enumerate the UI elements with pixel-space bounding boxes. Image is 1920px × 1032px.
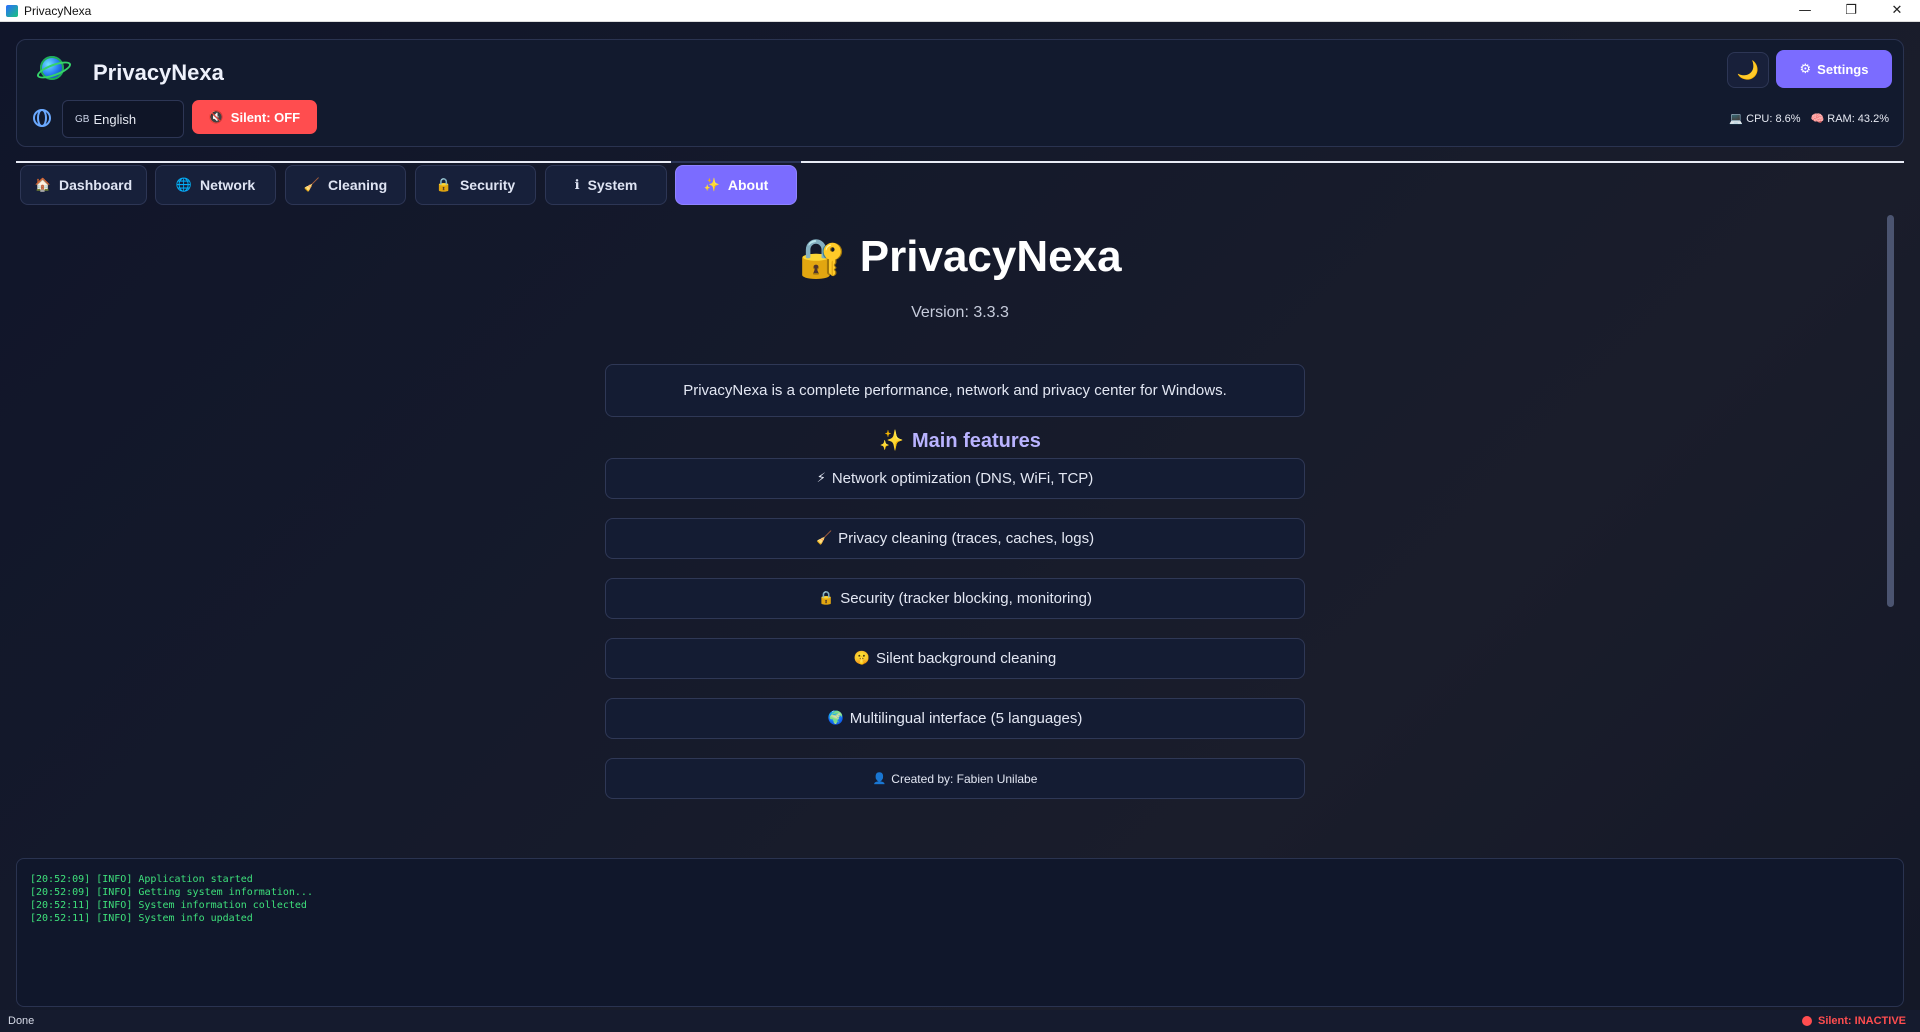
- feature-label: Network optimization (DNS, WiFi, TCP): [831, 470, 1094, 487]
- status-dot-icon: [1801, 1016, 1812, 1026]
- broom-icon: 🧹: [815, 531, 833, 546]
- silent-button-label: Silent: OFF: [230, 109, 301, 125]
- credit-label: Created by: Fabien Unilabe: [891, 771, 1038, 786]
- lightning-icon: ⚡: [816, 471, 826, 486]
- tab-security[interactable]: 🔒 Security: [415, 165, 536, 205]
- app-title: PrivacyNexa: [93, 60, 224, 85]
- tab-label: Cleaning: [328, 177, 388, 193]
- maximize-button[interactable]: ❐: [1828, 0, 1874, 22]
- tab-cleaning[interactable]: 🧹 Cleaning: [285, 165, 406, 205]
- window-titlebar: PrivacyNexa — ❐ ✕: [0, 0, 1920, 22]
- log-line: [20:52:09] [INFO] Application started: [30, 874, 253, 885]
- lock-icon: 🔒: [818, 591, 835, 606]
- log-line: [20:52:11] [INFO] System info updated: [30, 913, 253, 924]
- about-title: 🔐 PrivacyNexa: [0, 232, 1920, 282]
- house-icon: 🏠: [34, 177, 52, 192]
- tab-label: Dashboard: [59, 177, 133, 193]
- language-value: English: [93, 111, 137, 127]
- silent-toggle-button[interactable]: 🔇 Silent: OFF: [192, 100, 317, 134]
- cpu-stat: 💻 CPU: 8.6%: [1729, 113, 1801, 125]
- description-card: PrivacyNexa is a complete performance, n…: [605, 364, 1305, 417]
- tab-label: Network: [199, 177, 256, 193]
- globe-icon: 🌐: [175, 177, 192, 192]
- app-icon: [6, 4, 18, 17]
- tabs-divider: [16, 161, 1904, 163]
- tab-dashboard[interactable]: 🏠 Dashboard: [20, 165, 147, 205]
- info-icon: ℹ: [574, 177, 580, 192]
- feature-item: 🤫 Silent background cleaning: [605, 638, 1305, 679]
- tab-label: System: [587, 177, 638, 193]
- lock-icon: 🔒: [435, 177, 452, 192]
- tab-label: About: [727, 177, 769, 193]
- language-select[interactable]: GB English: [62, 100, 184, 138]
- moon-icon: 🌙: [1736, 59, 1760, 80]
- version-text: Version: 3.3.3: [911, 304, 1009, 321]
- brain-icon: 🧠: [1810, 113, 1825, 125]
- tab-about[interactable]: ✨ About: [675, 165, 797, 205]
- mute-icon: 🔇: [208, 110, 224, 124]
- app-window: PrivacyNexa GB English 🔇 Silent: OFF 🌙 ⚙…: [0, 22, 1920, 1010]
- header-panel: PrivacyNexa GB English 🔇 Silent: OFF 🌙 ⚙…: [16, 39, 1904, 147]
- window-title: PrivacyNexa: [24, 3, 92, 18]
- feature-item: ⚡ Network optimization (DNS, WiFi, TCP): [605, 458, 1305, 499]
- log-panel[interactable]: [20:52:09] [INFO] Application started [2…: [16, 858, 1904, 1007]
- features-heading: ✨ Main features: [0, 428, 1920, 453]
- tab-network[interactable]: 🌐 Network: [155, 165, 276, 205]
- settings-button[interactable]: ⚙ Settings: [1776, 50, 1892, 88]
- sparkles-icon: ✨: [879, 428, 904, 452]
- gear-icon: ⚙: [1799, 61, 1812, 76]
- earth-icon: 🌍: [827, 711, 844, 726]
- sparkles-icon: ✨: [703, 177, 720, 192]
- tab-system[interactable]: ℹ System: [545, 165, 667, 205]
- credit-card: 👤 Created by: Fabien Unilabe: [605, 758, 1305, 799]
- minimize-button[interactable]: —: [1782, 0, 1828, 22]
- close-button[interactable]: ✕: [1874, 0, 1920, 22]
- shush-face-icon: 🤫: [853, 651, 871, 666]
- status-text: Done: [8, 1015, 35, 1027]
- log-line: [20:52:11] [INFO] System information col…: [30, 900, 307, 911]
- log-line: [20:52:09] [INFO] Getting system informa…: [30, 887, 313, 898]
- app-logo-icon: [35, 54, 69, 82]
- silent-status-text: Silent: INACTIVE: [1817, 1015, 1906, 1027]
- feature-item: 🧹 Privacy cleaning (traces, caches, logs…: [605, 518, 1305, 559]
- feature-label: Silent background cleaning: [876, 650, 1057, 667]
- ram-stat: 🧠 RAM: 43.2%: [1810, 113, 1889, 125]
- feature-item: 🔒 Security (tracker blocking, monitoring…: [605, 578, 1305, 619]
- person-icon: 👤: [872, 773, 887, 785]
- feature-label: Multilingual interface (5 languages): [849, 710, 1083, 727]
- globe-icon: [33, 109, 51, 127]
- settings-label: Settings: [1817, 61, 1869, 77]
- broom-icon: 🧹: [303, 177, 321, 192]
- about-title-text: PrivacyNexa: [859, 232, 1122, 281]
- lock-key-icon: 🔐: [798, 236, 846, 280]
- feature-label: Security (tracker blocking, monitoring): [840, 590, 1092, 607]
- description-text: PrivacyNexa is a complete performance, n…: [683, 382, 1227, 399]
- feature-item: 🌍 Multilingual interface (5 languages): [605, 698, 1305, 739]
- tab-label: Security: [459, 177, 516, 193]
- flag-icon: GB: [75, 113, 90, 125]
- features-heading-text: Main features: [911, 430, 1041, 452]
- system-stats: 💻 CPU: 8.6% 🧠 RAM: 43.2%: [1729, 112, 1889, 125]
- theme-toggle-button[interactable]: 🌙: [1727, 52, 1769, 88]
- status-bar: Done Silent: INACTIVE: [0, 1010, 1920, 1032]
- silent-status: Silent: INACTIVE: [1801, 1015, 1906, 1027]
- feature-label: Privacy cleaning (traces, caches, logs): [838, 530, 1095, 547]
- laptop-icon: 💻: [1729, 113, 1744, 125]
